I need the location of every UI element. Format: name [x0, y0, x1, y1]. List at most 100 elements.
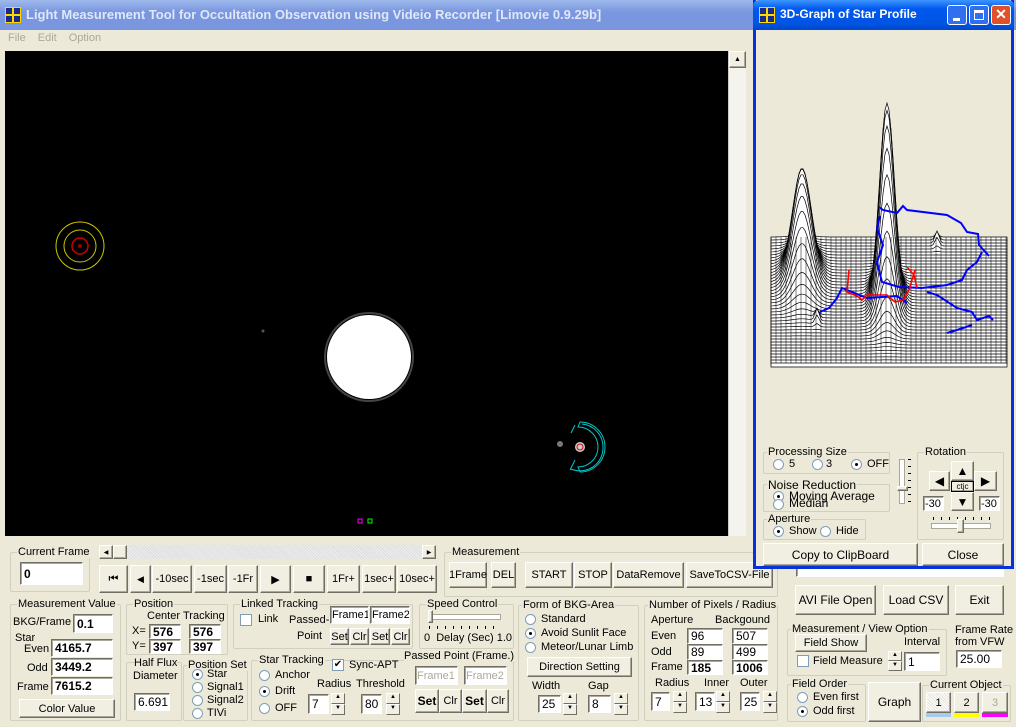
direction-setting-button[interactable]: Direction Setting [527, 657, 632, 677]
tracking-anchor-radio[interactable] [259, 670, 270, 681]
linked-frame1[interactable]: Frame1 [330, 606, 369, 624]
graph-close-button[interactable]: Close [922, 543, 1004, 566]
avi-file-open-button[interactable]: AVI File Open [795, 585, 876, 615]
interval-spinner[interactable]: ▲ ▼ [888, 651, 902, 671]
stop-playback-button[interactable]: ■ [293, 565, 325, 593]
outer-radius-spinner[interactable]: ▲ ▼ [763, 691, 777, 713]
rotate-up-button[interactable]: ▲ [951, 461, 974, 481]
inner-radius-input[interactable]: 13 [695, 692, 715, 711]
rotation-center-button[interactable]: ctjc [951, 481, 974, 492]
measure-1frame-button[interactable]: 1Frame [449, 562, 487, 588]
bkg-avoid-sunlit-radio[interactable] [525, 628, 536, 639]
minimize-button[interactable] [947, 5, 967, 25]
graph-button[interactable]: Graph [868, 682, 921, 722]
object-3-button[interactable]: 3 [982, 692, 1008, 713]
aperture-show-radio[interactable] [773, 526, 784, 537]
aperture-radius-input[interactable]: 7 [651, 692, 670, 711]
scroll-right-button[interactable]: ▶ [422, 545, 436, 559]
data-remove-button[interactable]: DataRemove [613, 562, 684, 588]
passed-frame2[interactable]: Frame2 [464, 666, 507, 685]
menu-option[interactable]: Option [69, 32, 101, 44]
passed-frame1[interactable]: Frame1 [415, 666, 458, 685]
field-show-button[interactable]: Field Show [795, 634, 867, 652]
passed-clr2-button[interactable]: Clr [487, 689, 509, 713]
scroll-thumb[interactable] [113, 545, 127, 559]
bkg-width-spinner[interactable]: ▲ ▼ [563, 693, 577, 715]
bkg-gap-spinner[interactable]: ▲ ▼ [614, 693, 628, 715]
delete-button[interactable]: DEL [491, 562, 516, 588]
aperture-radius-spinner[interactable]: ▲ ▼ [673, 691, 687, 713]
first-frame-button[interactable]: ⏮ [99, 565, 128, 593]
plus-1fr-button[interactable]: 1Fr+ [327, 565, 360, 593]
bkg-standard-radio[interactable] [525, 614, 536, 625]
speed-slider-thumb[interactable] [428, 610, 433, 623]
play-button[interactable]: ▶ [260, 565, 291, 593]
bkg-width-input[interactable]: 25 [538, 695, 561, 713]
plus-10sec-button[interactable]: 10sec+ [397, 565, 437, 593]
current-frame-input[interactable]: 0 [20, 562, 83, 585]
scroll-up-button[interactable]: ▲ [729, 51, 746, 68]
linked-clr2-button[interactable]: Clr [391, 628, 410, 645]
rotate-down-button[interactable]: ▼ [951, 492, 974, 511]
sync-apt-checkbox[interactable]: ✔ [332, 659, 344, 671]
object-2-button[interactable]: 2 [954, 692, 979, 713]
start-button[interactable]: START [525, 562, 573, 588]
menu-file[interactable]: File [8, 32, 26, 44]
interval-input[interactable]: 1 [904, 652, 940, 671]
stop-button[interactable]: STOP [574, 562, 612, 588]
processing-size-off-radio[interactable] [851, 459, 862, 470]
field-measure-checkbox[interactable] [797, 655, 809, 667]
exit-button[interactable]: Exit [955, 585, 1004, 615]
back-button[interactable]: ◀ [130, 565, 151, 593]
passed-set1-button[interactable]: Set [415, 689, 439, 713]
processing-size-5-radio[interactable] [773, 459, 784, 470]
speed-slider-track[interactable] [428, 614, 501, 620]
video-vertical-scrollbar[interactable]: ▲ [728, 51, 746, 536]
video-display[interactable] [5, 51, 728, 536]
bkg-meteor-radio[interactable] [525, 642, 536, 653]
minus-10sec-button[interactable]: -10sec [152, 565, 192, 593]
odd-first-radio[interactable] [797, 706, 808, 717]
color-value-button[interactable]: Color Value [19, 699, 115, 718]
load-csv-button[interactable]: Load CSV [883, 585, 949, 615]
processing-size-3-radio[interactable] [812, 459, 823, 470]
minus-1fr-button[interactable]: -1Fr [228, 565, 258, 593]
even-first-radio[interactable] [797, 692, 808, 703]
tracking-radius-input[interactable]: 7 [308, 694, 329, 714]
passed-set2-button[interactable]: Set [462, 689, 487, 713]
linked-frame2[interactable]: Frame2 [370, 606, 410, 624]
copy-clipboard-button[interactable]: Copy to ClipBoard [763, 543, 918, 566]
outer-radius-input[interactable]: 25 [740, 692, 760, 711]
linked-clr1-button[interactable]: Clr [350, 628, 369, 645]
rotation-slider-thumb[interactable] [957, 519, 964, 533]
passed-clr1-button[interactable]: Clr [439, 689, 462, 713]
position-set-star-radio[interactable] [192, 669, 203, 680]
minus-1sec-button[interactable]: -1sec [194, 565, 227, 593]
tracking-drift-radio[interactable] [259, 686, 270, 697]
threshold-spinner[interactable]: ▲ ▼ [386, 693, 400, 715]
maximize-button[interactable] [969, 5, 989, 25]
scroll-left-button[interactable]: ◀ [99, 545, 113, 559]
tracking-radius-spinner[interactable]: ▲ ▼ [331, 693, 345, 715]
link-checkbox[interactable] [240, 614, 252, 626]
inner-radius-spinner[interactable]: ▲ ▼ [716, 691, 730, 713]
plus-1sec-button[interactable]: 1sec+ [362, 565, 396, 593]
linked-set1-button[interactable]: Set [330, 628, 349, 645]
frame-scrollbar[interactable]: ◀ ▶ [99, 545, 436, 559]
tracking-off-radio[interactable] [259, 703, 270, 714]
vertical-scale-slider[interactable] [899, 459, 905, 504]
vertical-scale-thumb[interactable] [897, 486, 908, 491]
aperture-hide-radio[interactable] [820, 526, 831, 537]
menu-edit[interactable]: Edit [38, 32, 57, 44]
linked-set2-button[interactable]: Set [370, 628, 390, 645]
rotate-right-button[interactable]: ▶ [974, 471, 997, 491]
position-set-signal1-radio[interactable] [192, 682, 203, 693]
threshold-input[interactable]: 80 [361, 694, 382, 714]
position-set-signal2-radio[interactable] [192, 695, 203, 706]
rotate-left-button[interactable]: ◀ [929, 471, 950, 491]
bkg-gap-input[interactable]: 8 [588, 695, 611, 713]
frame-rate-input[interactable]: 25.00 [956, 650, 1002, 668]
object-1-button[interactable]: 1 [926, 692, 951, 713]
close-window-button[interactable]: ✕ [991, 5, 1011, 25]
median-radio[interactable] [773, 499, 784, 510]
